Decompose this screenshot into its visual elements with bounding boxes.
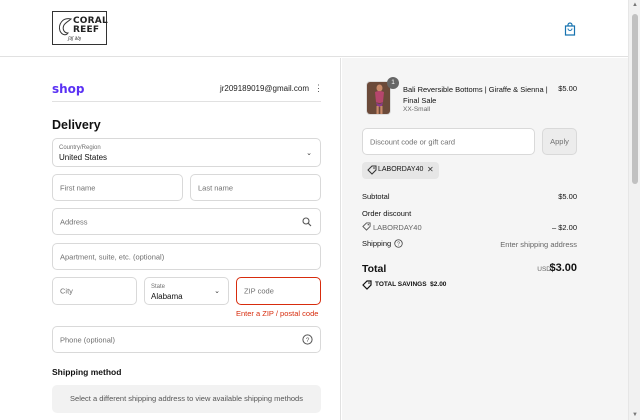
total-savings-value: $2.00	[430, 281, 447, 288]
apply-button[interactable]: Apply	[542, 128, 577, 155]
subtotal-value: $5.00	[558, 192, 577, 201]
order-discount-label: Order discount	[362, 209, 412, 218]
tag-icon	[362, 280, 372, 290]
discount-value: – $2.00	[551, 223, 577, 232]
scroll-down-arrow-icon[interactable]: ▼	[632, 412, 638, 418]
logo-signature: ʃ∂ʃ ∂∂ȷ	[68, 36, 81, 42]
apartment-field[interactable]: Apartment, suite, etc. (optional)	[52, 243, 321, 270]
last-name-placeholder: Last name	[198, 183, 234, 192]
total-value: $3.00	[549, 262, 577, 274]
coral-reef-logo[interactable]: CORAL REEF ʃ∂ʃ ∂∂ȷ	[52, 11, 108, 45]
discount-code-placeholder: Discount code or gift card	[370, 137, 456, 146]
logo-text-reef: REEF	[73, 25, 100, 35]
chevron-down-icon: ⌄	[214, 288, 220, 295]
phone-field[interactable]: Phone (optional) ?	[52, 326, 321, 353]
address-placeholder: Address	[60, 217, 88, 226]
country-select[interactable]: Country/Region United States ⌄	[52, 138, 321, 167]
svg-text:?: ?	[306, 337, 310, 344]
tag-icon	[362, 222, 371, 231]
phone-placeholder: Phone (optional)	[60, 335, 116, 344]
shipping-value: Enter shipping address	[500, 240, 577, 249]
shop-pay-logo: shop	[52, 82, 85, 96]
tag-icon	[367, 165, 377, 175]
shipping-method-notice: Select a different shipping address to v…	[52, 385, 321, 413]
shopping-bag-icon[interactable]	[564, 22, 576, 36]
total-savings-label: TOTAL SAVINGS	[375, 281, 427, 288]
account-email: jr209189019@gmail.com	[219, 84, 309, 93]
svg-text:?: ?	[397, 242, 400, 248]
chevron-down-icon: ⌄	[306, 149, 312, 157]
total-label: Total	[362, 263, 387, 275]
apartment-placeholder: Apartment, suite, etc. (optional)	[60, 252, 165, 261]
state-select[interactable]: State Alabama ⌄	[144, 277, 229, 305]
help-icon[interactable]: ?	[394, 239, 403, 248]
city-field[interactable]: City	[52, 277, 137, 305]
help-icon[interactable]: ?	[302, 334, 313, 345]
address-field[interactable]: Address	[52, 208, 321, 235]
first-name-placeholder: First name	[60, 183, 96, 192]
scroll-up-arrow-icon[interactable]: ▲	[632, 2, 638, 8]
search-icon	[302, 217, 312, 227]
subtotal-label: Subtotal	[362, 192, 390, 201]
checkout-form: shop jr209189019@gmail.com ⋮ Delivery Co…	[0, 58, 341, 420]
product-price: $5.00	[558, 84, 577, 93]
product-image	[367, 82, 390, 114]
shipping-method-heading: Shipping method	[52, 367, 122, 377]
product-name: Bali Reversible Bottoms | Giraffe & Sien…	[403, 85, 548, 105]
country-label: Country/Region	[59, 145, 101, 151]
product-variant: XX-Small	[403, 106, 431, 113]
divider	[52, 101, 321, 102]
state-label: State	[151, 284, 166, 290]
shipping-label: Shipping	[362, 239, 392, 248]
discount-chip-label: LABORDAY40	[378, 166, 424, 173]
state-value: Alabama	[151, 292, 183, 301]
remove-discount-icon[interactable]: ✕	[427, 165, 434, 174]
country-value: United States	[59, 153, 108, 162]
discount-code-applied: LABORDAY40	[373, 223, 422, 232]
more-options-icon[interactable]: ⋮	[314, 83, 323, 94]
zip-error-message: Enter a ZIP / postal code	[236, 309, 319, 318]
first-name-field[interactable]: First name	[52, 174, 183, 201]
discount-chip: LABORDAY40 ✕	[362, 162, 439, 179]
page-scrollbar[interactable]: ▲ ▼	[628, 0, 640, 420]
quantity-badge: 1	[387, 77, 399, 89]
last-name-field[interactable]: Last name	[190, 174, 321, 201]
zip-placeholder: ZIP code	[244, 286, 274, 296]
zip-field[interactable]: ZIP code	[236, 277, 321, 305]
discount-code-input[interactable]: Discount code or gift card	[362, 128, 535, 155]
order-summary: 1 Bali Reversible Bottoms | Giraffe & Si…	[342, 58, 628, 420]
scrollbar-thumb[interactable]	[632, 14, 638, 184]
city-placeholder: City	[60, 286, 73, 296]
site-header: CORAL REEF ʃ∂ʃ ∂∂ȷ	[0, 0, 628, 57]
delivery-heading: Delivery	[52, 118, 101, 132]
